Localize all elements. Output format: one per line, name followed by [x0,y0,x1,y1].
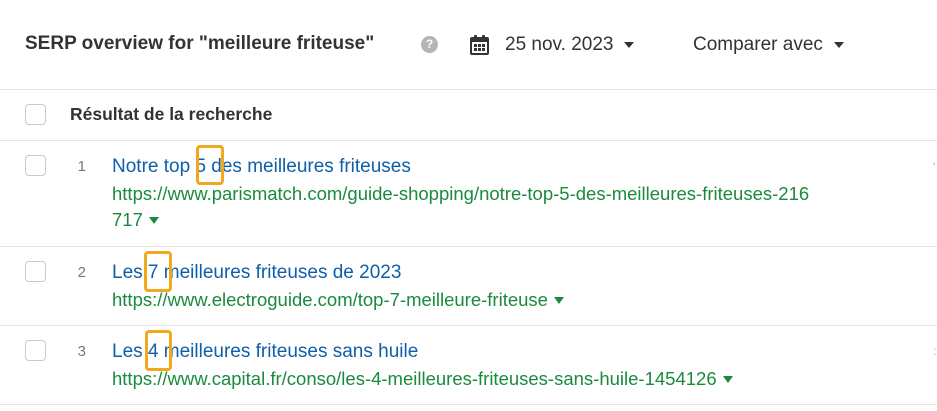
title-text: Les [112,341,148,362]
date-picker[interactable]: 25 nov. 2023 [470,31,635,59]
page-title: SERP overview for "meilleure friteuse" [25,33,375,54]
title-text: Les [112,262,148,283]
row-checkbox[interactable] [25,155,46,176]
url-text: https://www.electroguide.com/top-7-meill… [112,289,548,310]
title-number: 7 [147,262,159,283]
url-text: 717 [112,209,143,230]
select-all-checkbox[interactable] [25,104,46,125]
truncated-column-mark: ' [933,160,936,174]
url-text: https://www.capital.fr/conso/les-4-meill… [112,368,717,389]
calendar-icon [470,35,489,55]
divider [0,89,937,90]
compare-dropdown[interactable]: Comparer avec [693,31,844,59]
row-checkbox[interactable] [25,261,46,282]
result-title-link[interactable]: Les 7 meilleures friteuses de 2023 [112,262,401,284]
divider [0,246,937,247]
title-text: Notre top [112,156,196,177]
result-url-link[interactable]: https://www.electroguide.com/top-7-meill… [112,289,564,311]
title-number: 5 [195,156,207,177]
title-text: meilleures friteuses sans huile [158,341,419,362]
result-url-link[interactable]: https://www.parismatch.com/guide-shoppin… [112,183,809,205]
chevron-down-icon[interactable] [722,375,733,383]
chevron-down-icon [833,42,844,48]
title-number: 4 [147,341,159,362]
chevron-down-icon [624,42,635,48]
serp-header: SERP overview for "meilleure friteuse" ?… [0,0,937,90]
rank-number: 2 [77,264,86,281]
chevron-down-icon[interactable] [553,296,564,304]
divider [0,404,937,405]
rank-number: 1 [77,158,86,175]
row-checkbox[interactable] [25,340,46,361]
divider [0,140,937,141]
column-header-result: Résultat de la recherche [70,104,273,124]
title-text: des meilleures friteuses [206,156,411,177]
result-url-link-continued[interactable]: 717 [112,209,159,231]
date-value: 25 nov. 2023 [505,34,614,55]
result-title-link[interactable]: Les 4 meilleures friteuses sans huile [112,341,418,363]
result-title-link[interactable]: Notre top 5 des meilleures friteuses [112,156,411,178]
question-circle-icon[interactable]: ? [421,36,438,53]
rank-number: 3 [77,343,86,360]
title-text: meilleures friteuses de 2023 [158,262,402,283]
chevron-down-icon[interactable] [148,216,159,224]
divider [0,325,937,326]
truncated-column-mark: : [933,344,937,358]
result-url-link[interactable]: https://www.capital.fr/conso/les-4-meill… [112,368,733,390]
compare-label: Comparer avec [693,34,823,55]
